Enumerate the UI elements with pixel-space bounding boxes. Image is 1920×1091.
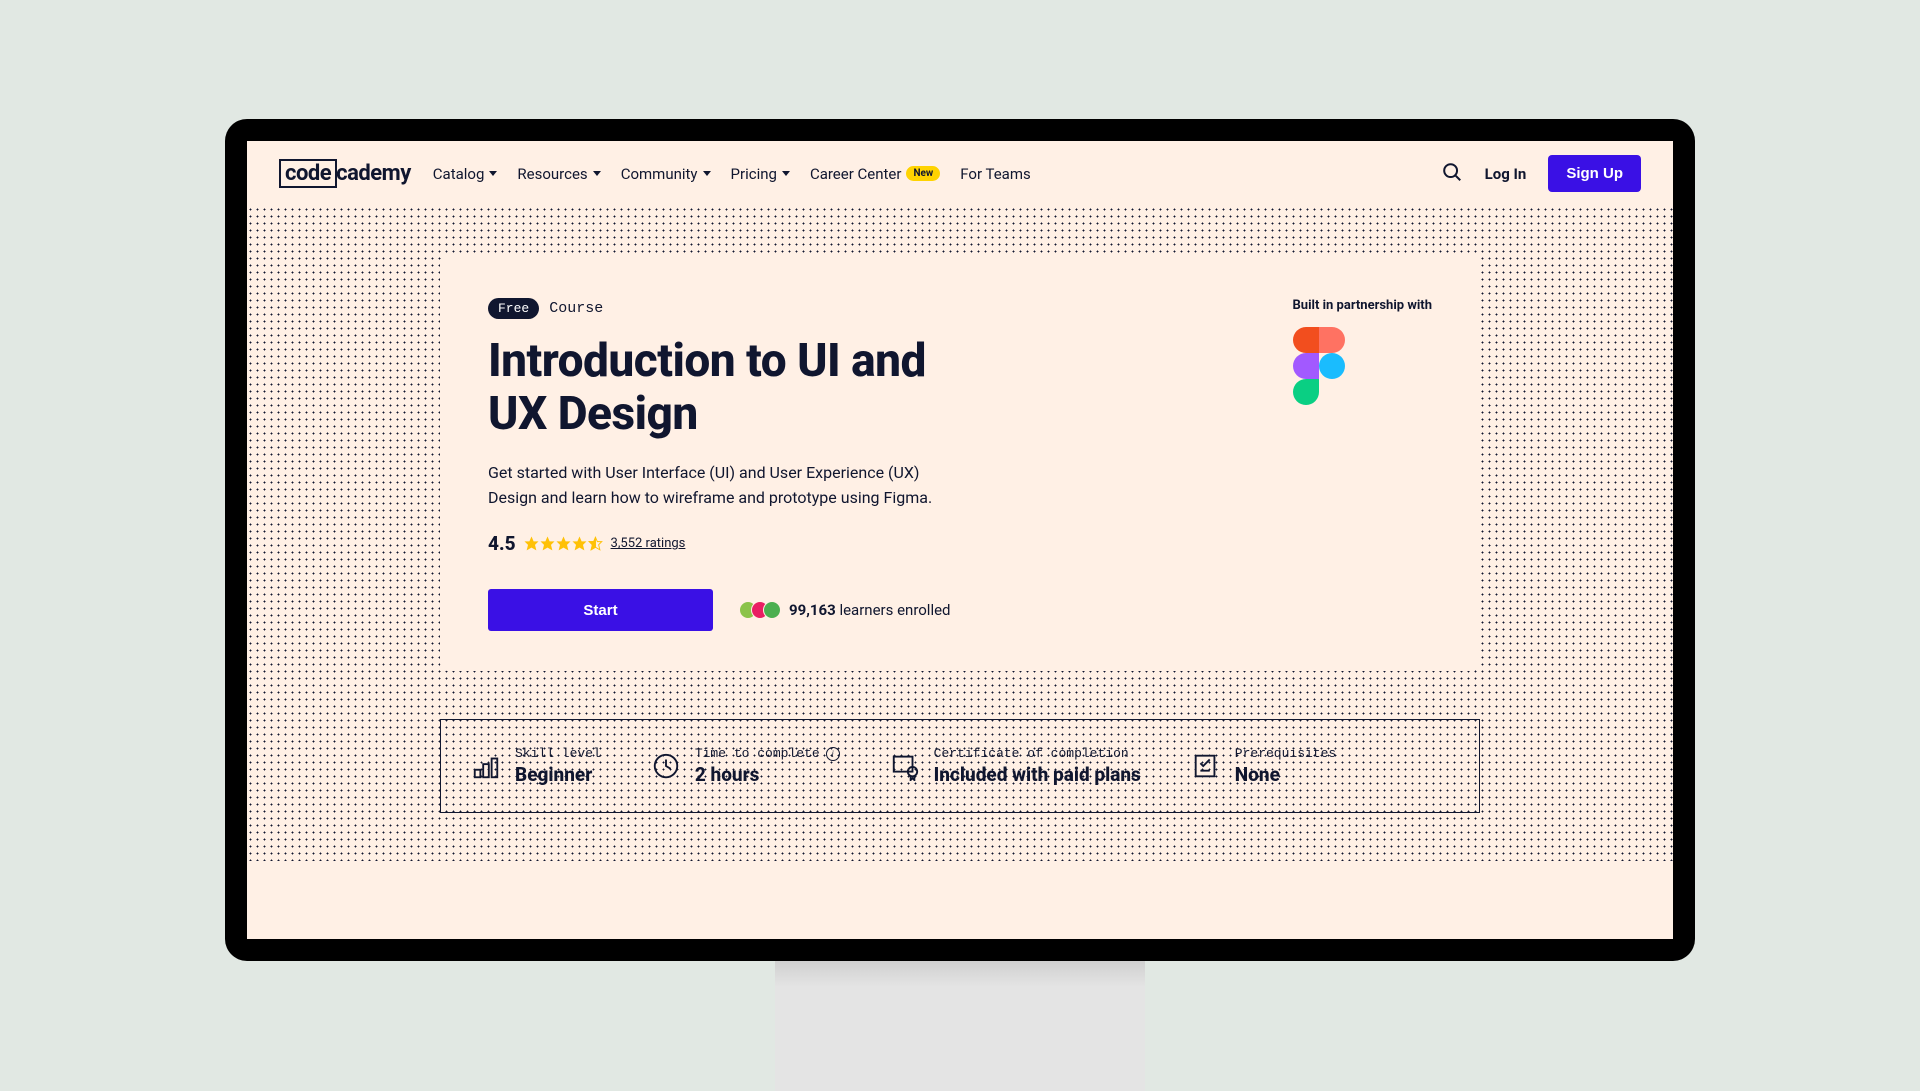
hero-card: Free Course Introduction to UI and UX De… (440, 256, 1480, 671)
chevron-down-icon (782, 171, 790, 176)
info-label: Certificate of completion (934, 746, 1141, 761)
logo[interactable]: codecademy (279, 159, 411, 188)
free-badge: Free (488, 298, 539, 319)
nav-career-center[interactable]: Career Center New (810, 165, 940, 183)
monitor-stand (775, 961, 1145, 1091)
figma-logo-icon (1293, 327, 1345, 405)
search-icon[interactable] (1441, 161, 1463, 187)
info-certificate: Certificate of completion Included with … (890, 746, 1141, 786)
info-label: Prerequisites (1235, 746, 1336, 761)
bar-chart-icon (471, 751, 501, 781)
info-value: 2 hours (695, 763, 840, 786)
nav-label: Pricing (731, 165, 777, 183)
star-half-icon (588, 536, 603, 551)
info-value: None (1235, 763, 1336, 786)
new-badge: New (906, 166, 940, 181)
partner-label: Built in partnership with (1293, 298, 1432, 313)
info-skill-level: Skill level Beginner (471, 746, 601, 786)
info-bar: Skill level Beginner Time to complete i … (440, 719, 1480, 813)
course-title: Introduction to UI and UX Design (488, 335, 958, 441)
star-icon (556, 536, 571, 551)
nav-items: Catalog Resources Community Pricing Care… (433, 165, 1031, 183)
chevron-down-icon (489, 171, 497, 176)
info-time: Time to complete i 2 hours (651, 746, 840, 786)
logo-part2: cademy (336, 161, 411, 186)
avatar (763, 601, 781, 619)
chevron-down-icon (593, 171, 601, 176)
monitor-frame: codecademy Catalog Resources Community P… (225, 119, 1695, 961)
info-label: Time to complete i (695, 746, 840, 761)
nav-catalog[interactable]: Catalog (433, 165, 498, 183)
hero-section: Free Course Introduction to UI and UX De… (247, 206, 1673, 861)
nav-label: For Teams (960, 165, 1030, 183)
partnership: Built in partnership with (1293, 298, 1432, 631)
nav-pricing[interactable]: Pricing (731, 165, 790, 183)
learner-avatars (739, 601, 781, 619)
signup-button[interactable]: Sign Up (1548, 155, 1641, 192)
login-link[interactable]: Log In (1485, 165, 1527, 183)
nav-resources[interactable]: Resources (517, 165, 600, 183)
info-value: Beginner (515, 763, 601, 786)
nav-label: Catalog (433, 165, 485, 183)
rating-row: 4.5 3,552 ratings (488, 532, 958, 555)
rating-value: 4.5 (488, 532, 516, 555)
nav-label: Resources (517, 165, 587, 183)
logo-part1: code (279, 159, 337, 188)
info-value: Included with paid plans (934, 763, 1141, 786)
nav-label: Community (621, 165, 698, 183)
learners-enrolled: 99,163 learners enrolled (739, 601, 951, 619)
star-icon (524, 536, 539, 551)
nav-community[interactable]: Community (621, 165, 711, 183)
info-label: Skill level (515, 746, 601, 761)
star-icon (572, 536, 587, 551)
ratings-link[interactable]: 3,552 ratings (611, 536, 686, 551)
learners-suffix: learners enrolled (836, 601, 951, 619)
star-rating (524, 536, 603, 551)
clock-icon (651, 751, 681, 781)
course-description: Get started with User Interface (UI) and… (488, 461, 958, 511)
info-prerequisites: Prerequisites None (1191, 746, 1336, 786)
learners-count: 99,163 (789, 601, 836, 619)
nav-right: Log In Sign Up (1441, 155, 1641, 192)
checklist-icon (1191, 751, 1221, 781)
certificate-icon (890, 751, 920, 781)
info-icon[interactable]: i (826, 747, 840, 761)
navbar: codecademy Catalog Resources Community P… (247, 141, 1673, 206)
course-type: Free Course (488, 298, 958, 319)
nav-label: Career Center (810, 165, 902, 183)
start-button[interactable]: Start (488, 589, 713, 631)
screen: codecademy Catalog Resources Community P… (247, 141, 1673, 939)
nav-for-teams[interactable]: For Teams (960, 165, 1030, 183)
chevron-down-icon (703, 171, 711, 176)
cta-row: Start 99,163 learners enrolled (488, 589, 958, 631)
star-icon (540, 536, 555, 551)
course-type-label: Course (549, 300, 603, 317)
learners-text: 99,163 learners enrolled (789, 601, 951, 619)
